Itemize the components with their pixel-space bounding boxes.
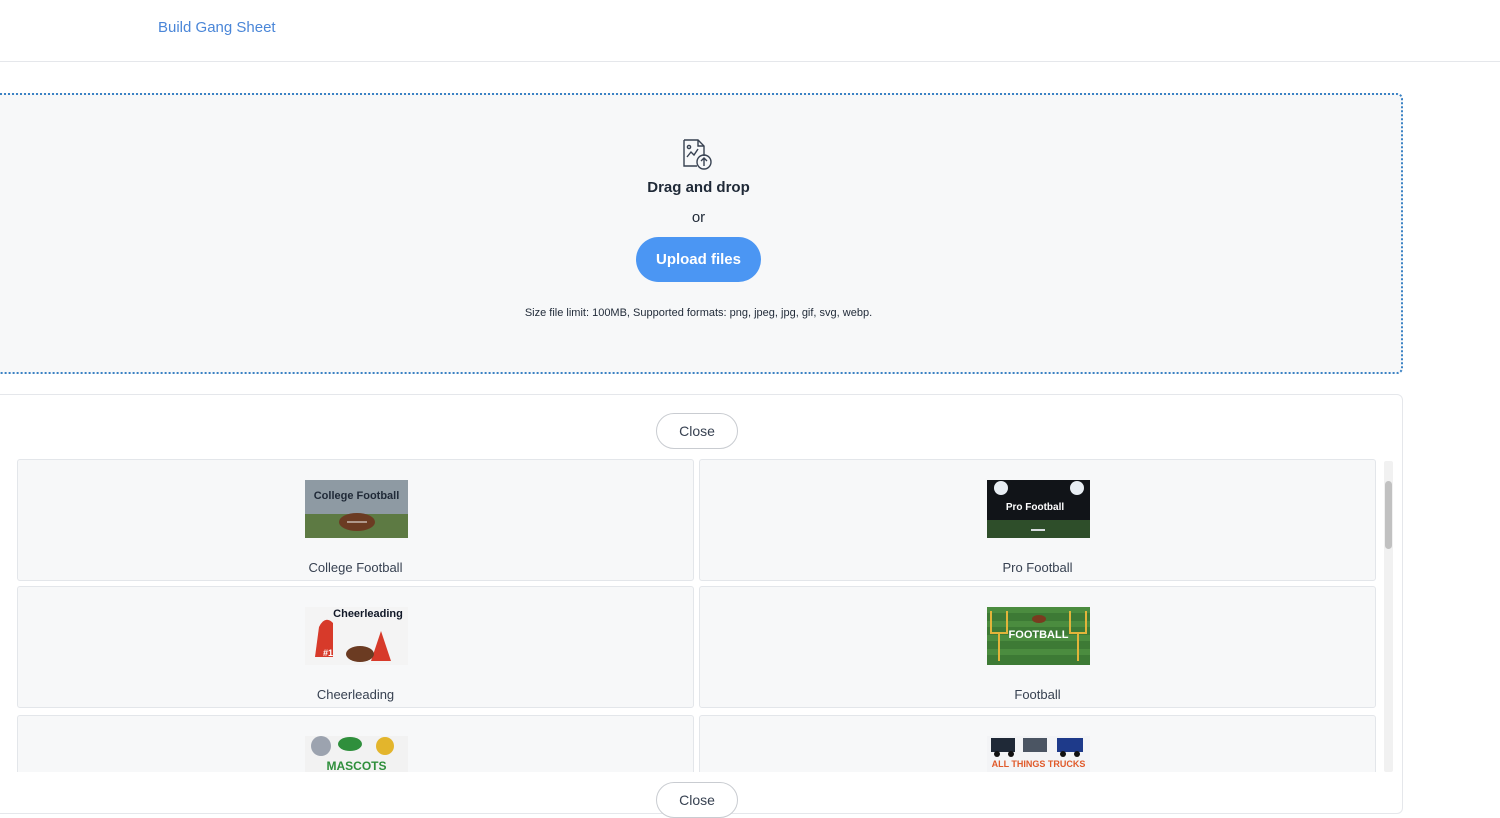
close-button[interactable]: Close	[656, 413, 738, 449]
category-label: Cheerleading	[316, 687, 395, 702]
build-gang-sheet-link[interactable]: Build Gang Sheet	[158, 19, 276, 36]
football-thumbnail: FOOTBALL	[987, 607, 1090, 665]
category-card-college-football[interactable]: College Football College Football	[17, 459, 694, 581]
category-grid: College Football College Football Pro Fo…	[17, 459, 1378, 772]
category-card-football[interactable]: FOOTBALL Football	[699, 586, 1376, 708]
upload-files-button[interactable]: Upload files	[636, 237, 761, 282]
upload-dropzone[interactable]: Drag and drop or Upload files Size file …	[0, 93, 1403, 374]
trucks-thumb-text: ALL THINGS TRUCKS	[992, 759, 1086, 769]
file-limit-note: Size file limit: 100MB, Supported format…	[524, 307, 873, 319]
college-football-thumbnail: College Football	[305, 480, 408, 538]
category-card-mascots[interactable]: MASCOTS	[17, 715, 694, 772]
scrollbar-thumb[interactable]	[1385, 481, 1392, 549]
category-card-all-things-trucks[interactable]: ALL THINGS TRUCKS	[699, 715, 1376, 772]
category-scrollbar[interactable]	[1384, 461, 1393, 772]
svg-text:#1: #1	[323, 648, 333, 658]
pro-football-thumb-text: Pro Football	[1006, 502, 1065, 513]
category-label: College Football	[308, 560, 403, 575]
category-card-pro-football[interactable]: Pro Football Pro Football	[699, 459, 1376, 581]
dropzone-title: Drag and drop	[647, 179, 750, 196]
cheerleading-thumb-text: Cheerleading	[333, 608, 403, 620]
top-bar: Build Gang Sheet	[0, 0, 1500, 62]
dropzone-or: or	[691, 209, 706, 226]
category-label: Football	[1014, 687, 1061, 702]
mascots-thumbnail: MASCOTS	[305, 736, 408, 772]
mascots-thumb-text: MASCOTS	[327, 759, 387, 772]
football-thumb-text: FOOTBALL	[1009, 629, 1069, 641]
file-upload-icon	[683, 139, 712, 170]
category-label: Pro Football	[1002, 560, 1073, 575]
trucks-thumbnail: ALL THINGS TRUCKS	[987, 736, 1090, 772]
cheerleading-thumbnail: #1 Cheerleading	[305, 607, 408, 665]
close-button-bottom[interactable]: Close	[656, 782, 738, 818]
college-football-thumb-text: College Football	[314, 490, 400, 502]
category-card-cheerleading[interactable]: #1 Cheerleading Cheerleading	[17, 586, 694, 708]
pro-football-thumbnail: Pro Football	[987, 480, 1090, 538]
